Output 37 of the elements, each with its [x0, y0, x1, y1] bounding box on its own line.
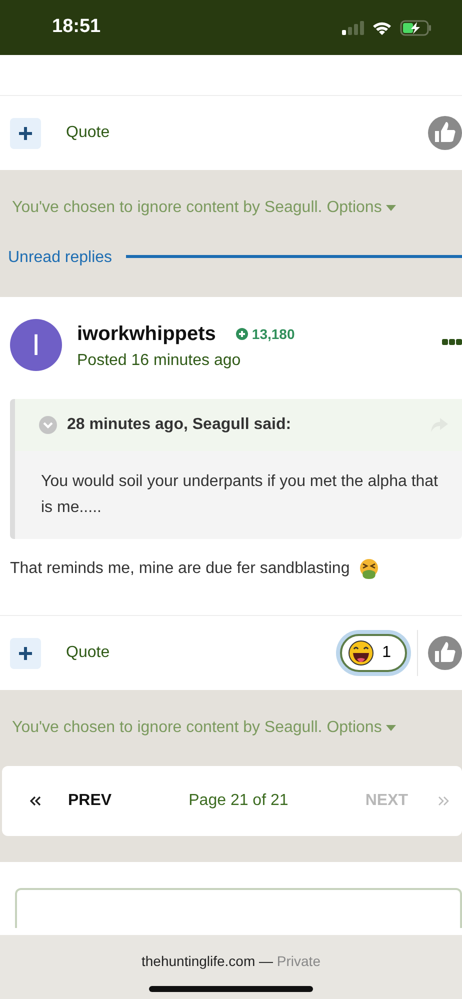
- page-indicator: Page 21 of 21: [188, 792, 288, 809]
- browser-address: thehuntinglife.com — Private: [142, 952, 320, 971]
- avatar: I: [10, 319, 62, 371]
- wifi-icon: [372, 20, 392, 34]
- plus-icon: [17, 124, 34, 142]
- multiquote-button[interactable]: [10, 638, 41, 668]
- collapse-quote-button[interactable]: [39, 416, 57, 434]
- quote-link[interactable]: Quote: [66, 121, 110, 145]
- author-name[interactable]: iworkwhippets: [77, 319, 216, 349]
- double-chevron-left-icon: [30, 796, 42, 806]
- ignored-content-notice: You've chosen to ignore content by Seagull. Options: [12, 196, 396, 220]
- plus-icon: [17, 644, 34, 662]
- prev-page-button[interactable]: PREV: [30, 789, 112, 813]
- ignored-content-notice: You've chosen to ignore content by Seagull. Options: [12, 716, 396, 740]
- reputation-score: 13,180: [236, 324, 295, 344]
- more-options-icon: [442, 339, 462, 345]
- battery-charging-icon: [400, 20, 432, 36]
- clock-time: 18:51: [52, 15, 101, 40]
- quote-text: You would soil your underpants if you met the alpha that is me.....: [40, 472, 439, 518]
- post-timestamp: Posted 16 minutes ago: [77, 351, 242, 371]
- plus-circle-icon: [236, 328, 248, 340]
- double-chevron-right-icon: [438, 796, 450, 806]
- like-button[interactable]: [428, 114, 462, 152]
- multiquote-button[interactable]: [10, 118, 41, 148]
- laughing-face-icon: [348, 640, 374, 666]
- next-page-button: NEXT: [365, 789, 450, 813]
- sick-face-icon: [358, 558, 380, 580]
- like-button[interactable]: [428, 634, 462, 672]
- chevron-circle-icon: [39, 416, 57, 434]
- caret-down-icon: [386, 724, 396, 731]
- caret-down-icon: [386, 204, 396, 211]
- signal-icon: [342, 20, 364, 34]
- more-options-button[interactable]: [442, 339, 462, 345]
- quote-link[interactable]: Quote: [66, 641, 110, 665]
- post-body-text: That reminds me, mine are due fer sandblasting: [10, 559, 350, 579]
- quote-header: 28 minutes ago, Seagull said:: [67, 415, 292, 435]
- unread-replies-label: Unread replies: [8, 248, 112, 268]
